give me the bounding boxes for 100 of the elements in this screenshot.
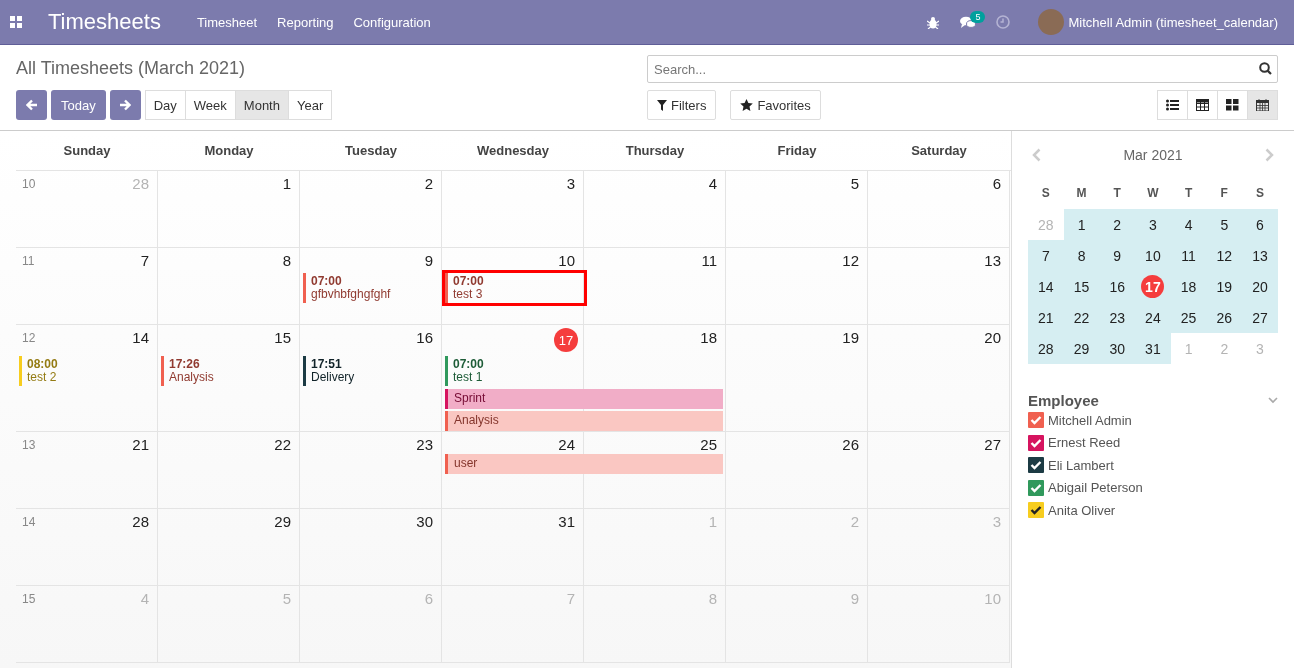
day-number: 23 <box>416 435 434 453</box>
view-switch-button[interactable] <box>1187 90 1218 120</box>
mini-calendar-day[interactable]: 3 <box>1149 216 1157 233</box>
scale-button[interactable]: Week <box>184 90 236 120</box>
day-number: 10 <box>984 589 1002 607</box>
employee-name[interactable]: Ernest Reed <box>1048 435 1121 451</box>
view-switch-button[interactable] <box>1217 90 1248 120</box>
scale-button[interactable]: Day <box>144 90 186 120</box>
calendar-event[interactable]: 07:00 test 1 <box>445 356 581 386</box>
check-icon <box>1030 482 1042 493</box>
mini-calendar-day[interactable]: 13 <box>1252 247 1268 264</box>
employee-checkbox[interactable] <box>1028 457 1044 474</box>
filters-button[interactable]: Filters <box>647 90 717 120</box>
calendar-event[interactable]: user <box>445 454 723 474</box>
day-number: 18 <box>700 328 718 348</box>
next-button[interactable] <box>109 90 141 120</box>
chevron-down-icon[interactable] <box>1268 397 1278 404</box>
employee-checkbox[interactable] <box>1028 412 1044 429</box>
mini-calendar-day[interactable]: 5 <box>1220 216 1229 233</box>
user-name[interactable]: Mitchell Admin (timesheet_calendar) <box>1068 14 1278 30</box>
mini-calendar-day[interactable]: 7 <box>1041 247 1050 264</box>
calendar-event[interactable]: 17:51 Delivery <box>303 356 439 386</box>
mini-calendar-day[interactable]: 4 <box>1184 216 1193 233</box>
day-number: 12 <box>842 251 860 269</box>
mini-calendar-day[interactable]: 24 <box>1145 309 1161 326</box>
mini-calendar-day[interactable]: 10 <box>1145 247 1161 264</box>
employee-checkbox[interactable] <box>1028 502 1044 519</box>
employee-name[interactable]: Anita Oliver <box>1048 502 1116 518</box>
mini-calendar-day[interactable]: 31 <box>1145 340 1161 357</box>
calendar-event[interactable]: 17:26 Analysis <box>161 356 297 386</box>
bug-icon[interactable] <box>926 15 939 29</box>
mini-calendar-day[interactable]: 29 <box>1073 340 1090 357</box>
mini-calendar-day[interactable]: 20 <box>1252 278 1268 295</box>
day-number: 30 <box>416 512 434 530</box>
day-number: 14 <box>132 328 150 348</box>
menu-item[interactable]: Timesheet <box>196 14 258 30</box>
mini-calendar-day[interactable]: 30 <box>1109 340 1125 357</box>
day-number: 28 <box>132 512 150 530</box>
calendar-event[interactable]: Analysis <box>445 411 723 431</box>
mini-calendar-day[interactable]: 9 <box>1113 247 1122 264</box>
filter-title: Employee <box>1028 392 1099 409</box>
day-number: 8 <box>282 251 292 269</box>
apps-menu-icon[interactable] <box>10 16 22 28</box>
weekday-header: Thursday <box>624 142 686 160</box>
mini-calendar-day[interactable]: 19 <box>1216 278 1233 295</box>
mini-calendar-day[interactable]: 15 <box>1073 278 1090 295</box>
favorites-button[interactable]: Favorites <box>730 90 821 120</box>
check-icon <box>1030 460 1042 471</box>
view-switch-button[interactable] <box>1157 90 1188 120</box>
app-title: Timesheets <box>48 9 161 35</box>
day-number: 3 <box>992 512 1002 530</box>
day-number: 8 <box>708 589 718 607</box>
mini-calendar-day[interactable]: 25 <box>1180 309 1197 326</box>
mini-calendar-day[interactable]: 18 <box>1180 278 1197 295</box>
menu-item[interactable]: Configuration <box>353 14 431 30</box>
mini-calendar-day[interactable]: 8 <box>1077 247 1086 264</box>
day-number: 9 <box>850 589 860 607</box>
today-button[interactable]: Today <box>51 90 106 120</box>
scale-button[interactable]: Month <box>234 90 289 120</box>
mini-calendar-day[interactable]: 14 <box>1038 278 1054 295</box>
weekday-header: Sunday <box>62 142 112 160</box>
calendar-event[interactable]: Sprint <box>445 389 723 409</box>
month-title: Mar 2021 <box>1123 147 1183 163</box>
weekday-header: Tuesday <box>344 142 398 160</box>
employee-checkbox[interactable] <box>1028 434 1044 451</box>
day-number: 15 <box>274 328 292 348</box>
mini-calendar-day[interactable]: 28 <box>1038 340 1054 357</box>
employee-checkbox[interactable] <box>1028 479 1044 496</box>
mini-calendar-day[interactable]: 22 <box>1073 309 1090 326</box>
mini-calendar-day[interactable]: 23 <box>1109 309 1125 326</box>
calendar-event[interactable]: 07:00 test 3 <box>445 273 584 303</box>
mini-calendar-day[interactable]: 21 <box>1038 309 1054 326</box>
mini-calendar-day[interactable]: 16 <box>1109 278 1125 295</box>
view-switch-button[interactable] <box>1247 90 1278 120</box>
mini-calendar-day[interactable]: 17 <box>1141 275 1165 298</box>
day-number: 7 <box>140 251 150 269</box>
mini-calendar-day[interactable]: 27 <box>1252 309 1268 326</box>
mini-calendar-day[interactable]: 12 <box>1216 247 1233 264</box>
arrow-right-icon <box>119 99 132 111</box>
week-number: 13 <box>21 437 36 453</box>
menu-item[interactable]: Reporting <box>277 14 334 30</box>
day-number: 17 <box>554 328 578 352</box>
employee-name[interactable]: Abigail Peterson <box>1048 480 1143 496</box>
mini-calendar-day[interactable]: 11 <box>1181 247 1196 264</box>
mini-calendar-day[interactable]: 26 <box>1216 309 1233 326</box>
calendar-event[interactable]: 07:00 gfbvhbfghgfghf <box>303 273 439 303</box>
employee-name[interactable]: Eli Lambert <box>1048 457 1114 473</box>
employee-name[interactable]: Mitchell Admin <box>1048 412 1132 428</box>
calendar-event[interactable]: 08:00 test 2 <box>19 356 155 386</box>
previous-button[interactable] <box>16 90 47 120</box>
day-number: 13 <box>984 251 1002 269</box>
search-field[interactable]: Search... <box>647 55 1278 83</box>
mini-calendar-day[interactable]: 6 <box>1256 216 1264 233</box>
day-number: 4 <box>708 174 718 192</box>
mini-calendar-day[interactable]: 2 <box>1113 216 1122 233</box>
search-icon[interactable] <box>1259 62 1272 75</box>
page-title: All Timesheets (March 2021) <box>16 58 247 80</box>
mini-calendar-day[interactable]: 1 <box>1077 216 1086 233</box>
scale-button[interactable]: Year <box>287 90 333 120</box>
day-number: 5 <box>850 174 860 192</box>
